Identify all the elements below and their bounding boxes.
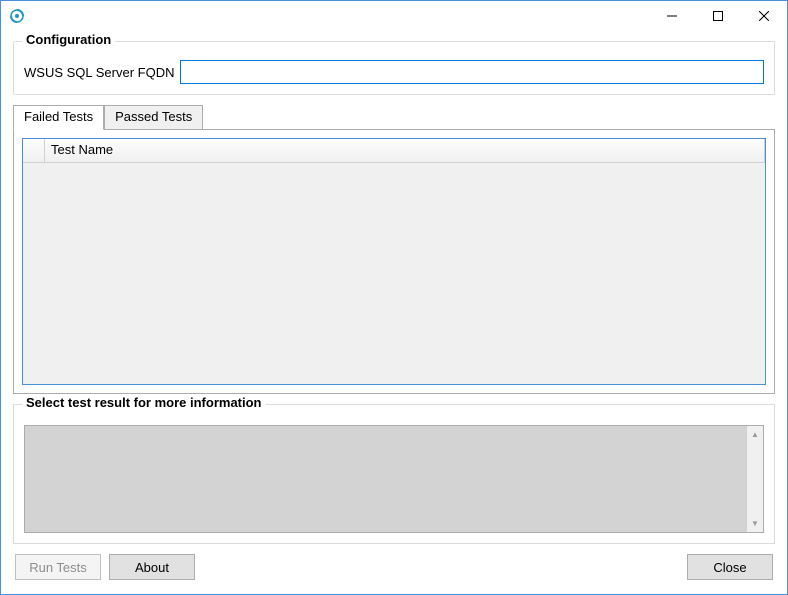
titlebar xyxy=(1,1,787,31)
fqdn-input[interactable] xyxy=(180,60,764,84)
app-icon xyxy=(9,8,25,24)
close-button[interactable]: Close xyxy=(687,554,773,580)
scroll-down-icon[interactable]: ▼ xyxy=(747,515,763,532)
about-button[interactable]: About xyxy=(109,554,195,580)
test-grid[interactable]: Test Name xyxy=(22,138,766,385)
minimize-button[interactable] xyxy=(649,1,695,31)
footer: Run Tests About Close xyxy=(13,554,775,582)
grid-header: Test Name xyxy=(23,139,765,163)
tab-panel: Test Name xyxy=(13,129,775,394)
titlebar-left xyxy=(9,8,31,24)
configuration-group: Configuration WSUS SQL Server FQDN xyxy=(13,41,775,95)
result-scrollbar[interactable]: ▲ ▼ xyxy=(746,426,763,532)
content-area: Configuration WSUS SQL Server FQDN Faile… xyxy=(1,31,787,594)
app-window: Configuration WSUS SQL Server FQDN Faile… xyxy=(0,0,788,595)
window-controls xyxy=(649,1,787,31)
footer-right: Close xyxy=(687,554,773,580)
close-window-button[interactable] xyxy=(741,1,787,31)
tab-strip: Failed Tests Passed Tests xyxy=(13,105,775,129)
result-textarea[interactable]: ▲ ▼ xyxy=(24,425,764,533)
grid-body[interactable] xyxy=(23,163,765,384)
maximize-button[interactable] xyxy=(695,1,741,31)
grid-row-header[interactable] xyxy=(23,139,45,162)
fqdn-row: WSUS SQL Server FQDN xyxy=(24,60,764,84)
tab-failed-tests[interactable]: Failed Tests xyxy=(13,105,104,130)
result-title: Select test result for more information xyxy=(22,395,266,410)
fqdn-label: WSUS SQL Server FQDN xyxy=(24,65,174,80)
run-tests-button[interactable]: Run Tests xyxy=(15,554,101,580)
tab-passed-tests[interactable]: Passed Tests xyxy=(104,105,203,129)
grid-column-test-name[interactable]: Test Name xyxy=(45,139,765,162)
configuration-title: Configuration xyxy=(22,32,115,47)
result-group: Select test result for more information … xyxy=(13,404,775,544)
tabs-area: Failed Tests Passed Tests Test Name xyxy=(13,105,775,394)
scroll-up-icon[interactable]: ▲ xyxy=(747,426,763,443)
footer-left: Run Tests About xyxy=(15,554,195,580)
